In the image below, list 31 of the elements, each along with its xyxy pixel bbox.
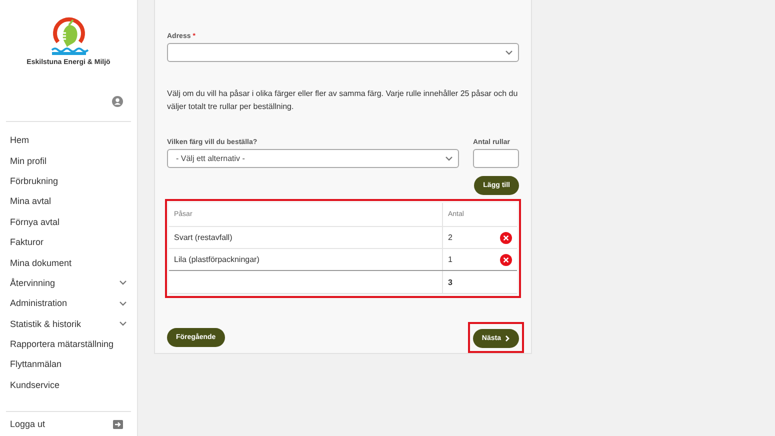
nav-item[interactable]: Rapportera mätarställning bbox=[6, 334, 131, 354]
color-select[interactable]: - Välj ett alternativ - bbox=[167, 149, 459, 168]
chevron-right-icon bbox=[505, 335, 510, 342]
total-cell: 3 bbox=[442, 270, 517, 294]
nav-item[interactable]: Mina dokument bbox=[6, 252, 131, 273]
table-cell: 2 bbox=[448, 233, 452, 242]
address-select[interactable] bbox=[167, 43, 519, 62]
nav-item[interactable]: Förbrukning bbox=[6, 170, 131, 192]
logout-icon[interactable] bbox=[113, 420, 123, 428]
table-cell: Lila (plastförpackningar) bbox=[169, 248, 442, 270]
nav-item[interactable]: Min profil bbox=[6, 150, 131, 171]
remove-icon[interactable] bbox=[500, 232, 512, 244]
quantity-input[interactable] bbox=[473, 149, 519, 168]
nav-item[interactable]: Flyttanmälan bbox=[6, 354, 131, 375]
table-cell: 1 bbox=[448, 255, 452, 264]
nav-item[interactable]: Statistik & historik bbox=[6, 314, 131, 334]
logout-link[interactable]: Logga ut bbox=[10, 419, 46, 429]
nav-item[interactable]: Förnya avtal bbox=[6, 212, 131, 232]
chevron-down-icon bbox=[445, 156, 453, 161]
chevron-down-icon bbox=[505, 50, 513, 55]
nav-item[interactable]: Administration bbox=[6, 293, 131, 314]
nav-item[interactable]: Fakturor bbox=[6, 232, 131, 252]
nav-item[interactable]: Mina avtal bbox=[6, 191, 131, 212]
table-cell: Svart (restavfall) bbox=[169, 226, 442, 248]
description-text: Välj om du vill ha påsar i olika färger eller fler av samma färg. Varje rulle innehåller 25 påsar och du väljer totalt tre rullar per beställning. bbox=[167, 88, 519, 113]
user-icon[interactable] bbox=[112, 96, 123, 107]
nav-item[interactable]: Kundservice bbox=[6, 374, 131, 396]
nav-item[interactable]: Hem bbox=[6, 130, 131, 150]
logo-icon bbox=[48, 16, 88, 56]
remove-icon[interactable] bbox=[500, 254, 512, 266]
nav-item[interactable]: Återvinning bbox=[6, 272, 131, 294]
